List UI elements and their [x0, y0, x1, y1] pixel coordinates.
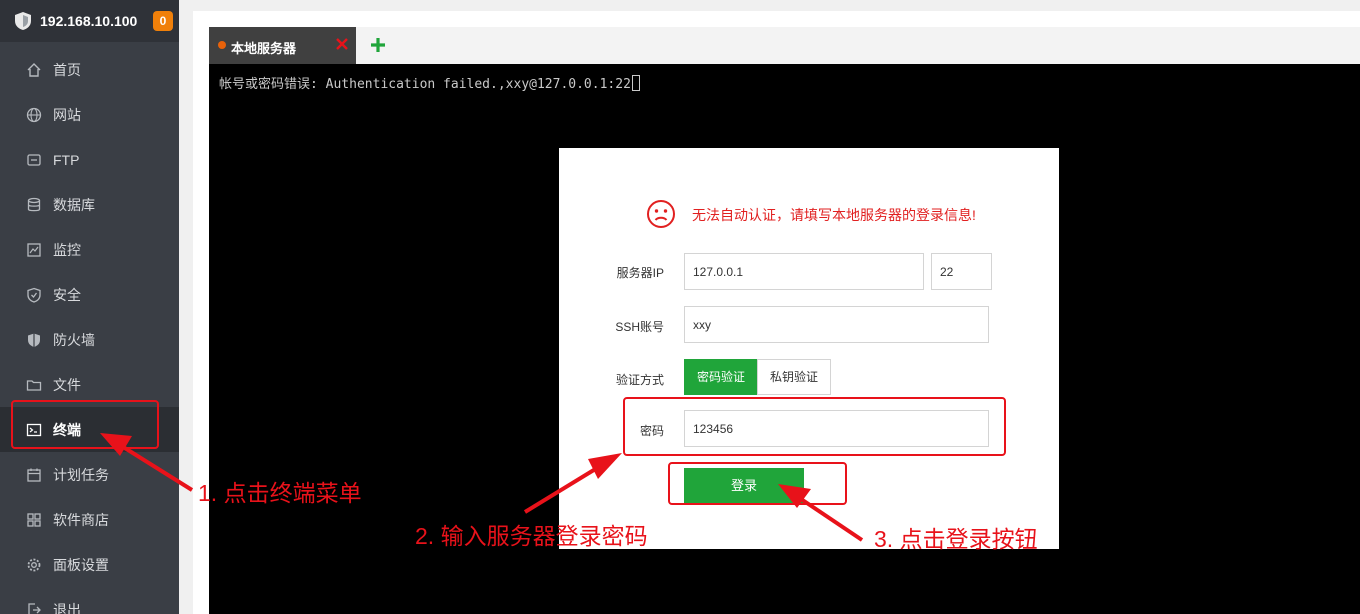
close-icon[interactable] — [334, 36, 350, 52]
ssh-account-label: SSH账号 — [615, 320, 664, 334]
terminal-output-text: 帐号或密码错误: Authentication failed.,xxy@127.… — [219, 77, 631, 92]
highlight-login-button — [668, 462, 847, 505]
status-dot-icon — [218, 41, 226, 49]
auth-method-label: 验证方式 — [615, 373, 664, 387]
folder-icon — [26, 379, 42, 391]
ssh-account-input[interactable] — [684, 306, 989, 343]
server-ip-label: 服务器IP — [616, 266, 664, 280]
sidebar-item-database[interactable]: 数据库 — [0, 182, 179, 227]
sidebar-item-website[interactable]: 网站 — [0, 92, 179, 137]
terminal-output: 帐号或密码错误: Authentication failed.,xxy@127.… — [219, 73, 640, 92]
gear-icon — [27, 558, 41, 571]
auth-password-button[interactable]: 密码验证 — [684, 359, 758, 395]
sidebar-header: 192.168.10.100 0 — [0, 0, 179, 42]
port-input[interactable] — [931, 253, 992, 290]
add-tab-icon[interactable] — [369, 36, 387, 54]
home-icon — [27, 62, 41, 77]
sidebar-item-store[interactable]: 软件商店 — [0, 497, 179, 542]
database-icon — [27, 197, 41, 211]
monitor-icon — [27, 242, 41, 257]
annotation-step1: 1. 点击终端菜单 — [198, 480, 362, 506]
sidebar-item-ftp[interactable]: FTP — [0, 137, 179, 182]
sidebar-item-label: 数据库 — [53, 196, 95, 213]
server-ip-input[interactable] — [684, 253, 924, 290]
apps-icon — [27, 512, 41, 527]
highlight-terminal-menu — [11, 400, 159, 449]
sidebar-item-label: FTP — [53, 151, 80, 168]
annotation-step2: 2. 输入服务器登录密码 — [415, 523, 648, 549]
sidebar-item-security[interactable]: 安全 — [0, 272, 179, 317]
calendar-icon — [27, 468, 41, 482]
sidebar-item-label: 软件商店 — [53, 511, 109, 528]
globe-icon — [26, 107, 42, 122]
highlight-password-field — [623, 397, 1006, 456]
shield-icon — [27, 287, 41, 303]
auth-key-button[interactable]: 私钥验证 — [757, 359, 831, 395]
sidebar-item-label: 面板设置 — [53, 556, 109, 573]
sidebar-item-label: 网站 — [53, 106, 81, 123]
logout-icon — [28, 602, 41, 614]
sidebar: 192.168.10.100 0 首页 网站 FTP 数据库 监控 安全 防火墙… — [0, 0, 179, 614]
firewall-icon — [28, 333, 40, 347]
sidebar-item-home[interactable]: 首页 — [0, 47, 179, 92]
sidebar-item-label: 计划任务 — [53, 466, 109, 483]
sidebar-item-logout[interactable]: 退出 — [0, 587, 179, 614]
sidebar-item-settings[interactable]: 面板设置 — [0, 542, 179, 587]
sidebar-item-label: 退出 — [53, 601, 81, 614]
tab-label: 本地服务器 — [231, 41, 297, 56]
sidebar-item-label: 首页 — [53, 61, 81, 78]
ftp-icon — [27, 153, 41, 166]
server-ip: 192.168.10.100 — [40, 13, 138, 29]
notification-badge[interactable]: 0 — [153, 11, 173, 31]
annotation-step3: 3. 点击登录按钮 — [874, 526, 1038, 552]
sidebar-item-monitor[interactable]: 监控 — [0, 227, 179, 272]
sad-face-icon — [647, 200, 675, 228]
auth-error-message: 无法自动认证，请填写本地服务器的登录信息! — [692, 207, 976, 223]
sidebar-item-firewall[interactable]: 防火墙 — [0, 317, 179, 362]
terminal-cursor — [631, 75, 640, 91]
sidebar-item-label: 安全 — [53, 286, 81, 303]
sidebar-item-cron[interactable]: 计划任务 — [0, 452, 179, 497]
tab-local-server[interactable]: 本地服务器 — [209, 27, 356, 64]
logo-shield-icon — [15, 12, 31, 30]
sidebar-item-label: 文件 — [53, 376, 81, 393]
sidebar-item-label: 防火墙 — [53, 331, 95, 348]
sidebar-item-label: 监控 — [53, 241, 81, 258]
